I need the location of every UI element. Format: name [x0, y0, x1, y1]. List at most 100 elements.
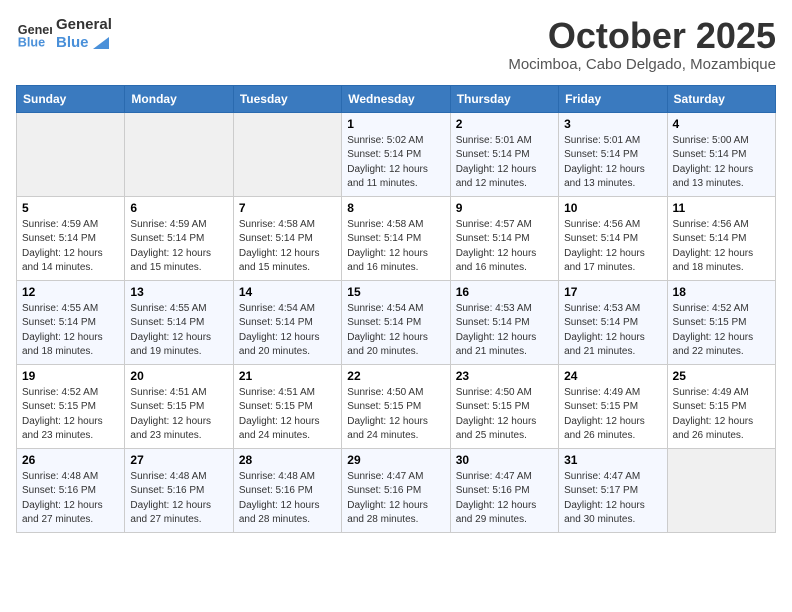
month-title: October 2025 [508, 16, 776, 56]
day-number: 22 [347, 369, 444, 383]
calendar-cell: 3 Sunrise: 5:01 AM Sunset: 5:14 PM Daylig… [559, 112, 667, 196]
calendar-week-row: 26 Sunrise: 4:48 AM Sunset: 5:16 PM Dayli… [17, 448, 776, 532]
day-number: 1 [347, 117, 444, 131]
day-info: Sunrise: 4:48 AM Sunset: 5:16 PM Dayligh… [22, 470, 119, 528]
day-number: 15 [347, 285, 444, 299]
calendar-cell: 4 Sunrise: 5:00 AM Sunset: 5:14 PM Daylig… [667, 112, 775, 196]
day-info: Sunrise: 4:48 AM Sunset: 5:16 PM Dayligh… [239, 470, 336, 528]
day-number: 28 [239, 453, 336, 467]
day-number: 30 [456, 453, 553, 467]
day-info: Sunrise: 5:01 AM Sunset: 5:14 PM Dayligh… [564, 134, 661, 192]
day-number: 31 [564, 453, 661, 467]
day-info: Sunrise: 4:54 AM Sunset: 5:14 PM Dayligh… [239, 302, 336, 360]
logo-blue: Blue [56, 34, 112, 52]
calendar-week-row: 19 Sunrise: 4:52 AM Sunset: 5:15 PM Dayli… [17, 364, 776, 448]
day-info: Sunrise: 4:52 AM Sunset: 5:15 PM Dayligh… [22, 386, 119, 444]
calendar-cell: 25 Sunrise: 4:49 AM Sunset: 5:15 PM Dayli… [667, 364, 775, 448]
day-number: 23 [456, 369, 553, 383]
day-info: Sunrise: 4:58 AM Sunset: 5:14 PM Dayligh… [239, 218, 336, 276]
calendar-cell: 9Sunrise: 4:57 AM Sunset: 5:14 PM Daylig… [450, 196, 558, 280]
day-number: 27 [130, 453, 227, 467]
calendar-cell: 5Sunrise: 4:59 AM Sunset: 5:14 PM Daylig… [17, 196, 125, 280]
day-number: 19 [22, 369, 119, 383]
day-info: Sunrise: 4:47 AM Sunset: 5:16 PM Dayligh… [347, 470, 444, 528]
day-number: 12 [22, 285, 119, 299]
day-number: 24 [564, 369, 661, 383]
calendar-cell: 12 Sunrise: 4:55 AM Sunset: 5:14 PM Dayli… [17, 280, 125, 364]
day-info: Sunrise: 4:59 AM Sunset: 5:14 PM Dayligh… [130, 218, 227, 276]
calendar-cell: 26 Sunrise: 4:48 AM Sunset: 5:16 PM Dayli… [17, 448, 125, 532]
day-number: 17 [564, 285, 661, 299]
day-number: 7 [239, 201, 336, 215]
day-number: 29 [347, 453, 444, 467]
day-number: 9 [456, 201, 553, 215]
day-info: Sunrise: 4:58 AM Sunset: 5:14 PM Dayligh… [347, 218, 444, 276]
day-number: 13 [130, 285, 227, 299]
calendar-table: Sunday Monday Tuesday Wednesday Thursday… [16, 85, 776, 533]
calendar-cell: 10Sunrise: 4:56 AM Sunset: 5:14 PM Dayli… [559, 196, 667, 280]
calendar-cell: 30 Sunrise: 4:47 AM Sunset: 5:16 PM Dayli… [450, 448, 558, 532]
day-info: Sunrise: 4:55 AM Sunset: 5:14 PM Dayligh… [22, 302, 119, 360]
calendar-cell: 17 Sunrise: 4:53 AM Sunset: 5:14 PM Dayli… [559, 280, 667, 364]
day-number: 20 [130, 369, 227, 383]
page-header: General Blue General Blue October 2025 M… [16, 16, 776, 73]
calendar-cell: 15 Sunrise: 4:54 AM Sunset: 5:14 PM Dayli… [342, 280, 450, 364]
col-monday: Monday [125, 85, 233, 112]
calendar-header-row: Sunday Monday Tuesday Wednesday Thursday… [17, 85, 776, 112]
day-info: Sunrise: 4:50 AM Sunset: 5:15 PM Dayligh… [347, 386, 444, 444]
col-tuesday: Tuesday [233, 85, 341, 112]
calendar-cell [125, 112, 233, 196]
calendar-cell: 23 Sunrise: 4:50 AM Sunset: 5:15 PM Dayli… [450, 364, 558, 448]
col-sunday: Sunday [17, 85, 125, 112]
day-info: Sunrise: 4:53 AM Sunset: 5:14 PM Dayligh… [564, 302, 661, 360]
day-info: Sunrise: 5:01 AM Sunset: 5:14 PM Dayligh… [456, 134, 553, 192]
day-info: Sunrise: 4:51 AM Sunset: 5:15 PM Dayligh… [130, 386, 227, 444]
day-number: 18 [673, 285, 770, 299]
col-wednesday: Wednesday [342, 85, 450, 112]
day-info: Sunrise: 4:47 AM Sunset: 5:17 PM Dayligh… [564, 470, 661, 528]
day-number: 5 [22, 201, 119, 215]
col-friday: Friday [559, 85, 667, 112]
day-info: Sunrise: 5:02 AM Sunset: 5:14 PM Dayligh… [347, 134, 444, 192]
day-info: Sunrise: 4:47 AM Sunset: 5:16 PM Dayligh… [456, 470, 553, 528]
day-info: Sunrise: 5:00 AM Sunset: 5:14 PM Dayligh… [673, 134, 770, 192]
logo-general: General [56, 16, 112, 34]
calendar-cell: 6 Sunrise: 4:59 AM Sunset: 5:14 PM Daylig… [125, 196, 233, 280]
day-number: 4 [673, 117, 770, 131]
day-number: 11 [673, 201, 770, 215]
location-subtitle: Mocimboa, Cabo Delgado, Mozambique [508, 56, 776, 73]
day-info: Sunrise: 4:50 AM Sunset: 5:15 PM Dayligh… [456, 386, 553, 444]
calendar-cell: 13 Sunrise: 4:55 AM Sunset: 5:14 PM Dayli… [125, 280, 233, 364]
day-number: 8 [347, 201, 444, 215]
col-saturday: Saturday [667, 85, 775, 112]
calendar-cell: 27 Sunrise: 4:48 AM Sunset: 5:16 PM Dayli… [125, 448, 233, 532]
calendar-cell: 28 Sunrise: 4:48 AM Sunset: 5:16 PM Dayli… [233, 448, 341, 532]
day-number: 3 [564, 117, 661, 131]
day-number: 14 [239, 285, 336, 299]
calendar-cell: 21Sunrise: 4:51 AM Sunset: 5:15 PM Dayli… [233, 364, 341, 448]
calendar-cell [667, 448, 775, 532]
calendar-cell: 7 Sunrise: 4:58 AM Sunset: 5:14 PM Daylig… [233, 196, 341, 280]
day-number: 25 [673, 369, 770, 383]
day-number: 26 [22, 453, 119, 467]
calendar-week-row: 5 Sunrise: 4:59 AM Sunset: 5:14 PM Daylig… [17, 196, 776, 280]
logo: General Blue General Blue [16, 16, 112, 52]
day-info: Sunrise: 4:54 AM Sunset: 5:14 PM Dayligh… [347, 302, 444, 360]
calendar-cell: 2Sunrise: 5:01 AM Sunset: 5:14 PM Daylig… [450, 112, 558, 196]
day-info: Sunrise: 4:51 AM Sunset: 5:15 PM Dayligh… [239, 386, 336, 444]
calendar-cell: 14 Sunrise: 4:54 AM Sunset: 5:14 PM Dayli… [233, 280, 341, 364]
calendar-week-row: 1 Sunrise: 5:02 AM Sunset: 5:14 PM Daylig… [17, 112, 776, 196]
calendar-cell: 18 Sunrise: 4:52 AM Sunset: 5:15 PM Dayli… [667, 280, 775, 364]
col-thursday: Thursday [450, 85, 558, 112]
calendar-cell: 24Sunrise: 4:49 AM Sunset: 5:15 PM Dayli… [559, 364, 667, 448]
day-info: Sunrise: 4:49 AM Sunset: 5:15 PM Dayligh… [673, 386, 770, 444]
day-number: 6 [130, 201, 227, 215]
calendar-cell: 20 Sunrise: 4:51 AM Sunset: 5:15 PM Dayli… [125, 364, 233, 448]
calendar-cell: 1 Sunrise: 5:02 AM Sunset: 5:14 PM Daylig… [342, 112, 450, 196]
calendar-week-row: 12 Sunrise: 4:55 AM Sunset: 5:14 PM Dayli… [17, 280, 776, 364]
day-info: Sunrise: 4:52 AM Sunset: 5:15 PM Dayligh… [673, 302, 770, 360]
logo-icon: General Blue [16, 16, 52, 52]
day-info: Sunrise: 4:55 AM Sunset: 5:14 PM Dayligh… [130, 302, 227, 360]
calendar-cell [233, 112, 341, 196]
day-info: Sunrise: 4:48 AM Sunset: 5:16 PM Dayligh… [130, 470, 227, 528]
